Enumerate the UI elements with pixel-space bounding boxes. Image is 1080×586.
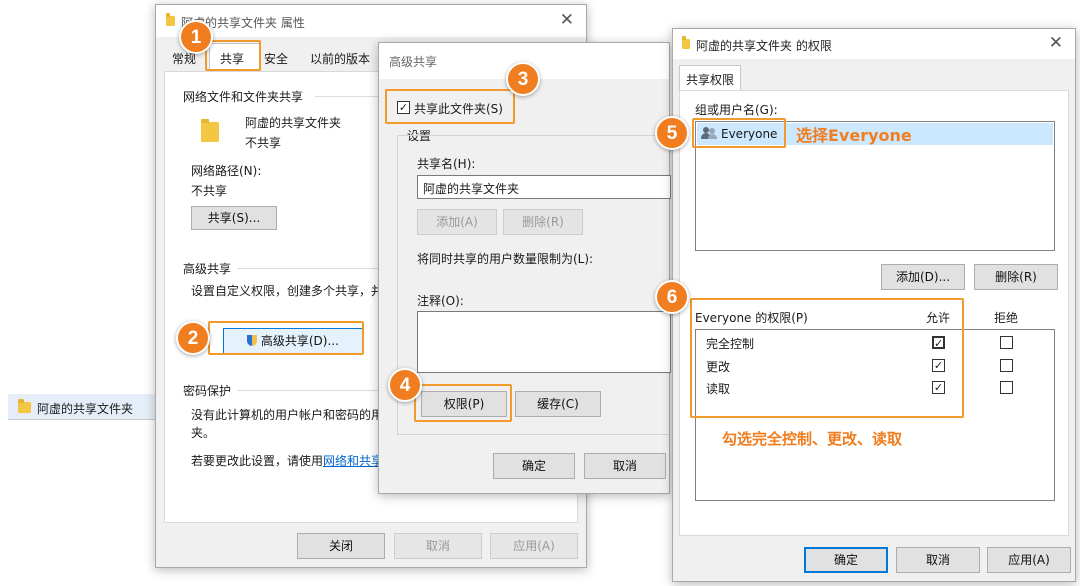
step-badge-3: 3 bbox=[506, 62, 540, 96]
caching-button[interactable]: 缓存(C) bbox=[515, 391, 601, 417]
pwd-change-text: 若要更改此设置，请使用网络和共享中 bbox=[191, 452, 395, 469]
deny-full-control-checkbox[interactable] bbox=[1000, 336, 1013, 349]
highlight-sharing-tab bbox=[205, 40, 261, 71]
add-user-button[interactable]: 添加(D)... bbox=[881, 264, 965, 290]
share-button[interactable]: 共享(S)... bbox=[191, 206, 277, 230]
folder-icon bbox=[201, 119, 219, 142]
step-badge-6: 6 bbox=[655, 280, 689, 314]
annotation-select-everyone: 选择Everyone bbox=[796, 126, 912, 145]
highlight-everyone bbox=[692, 118, 786, 148]
highlight-permissions-list bbox=[690, 298, 964, 418]
highlight-advanced-button bbox=[208, 321, 364, 355]
net-path-value: 不共享 bbox=[191, 184, 228, 198]
window-title: 阿虚的共享文件夹 的权限 bbox=[696, 39, 832, 53]
step-badge-4: 4 bbox=[388, 368, 422, 402]
tab-security[interactable]: 安全 bbox=[264, 50, 288, 67]
properties-titlebar: 阿虚的共享文件夹 属性 ✕ bbox=[156, 5, 586, 37]
highlight-share-checkbox bbox=[385, 89, 515, 124]
group-label: 组或用户名(G): bbox=[695, 103, 778, 117]
share-name-value: 阿虚的共享文件夹 bbox=[423, 182, 520, 196]
highlight-permissions-button bbox=[414, 384, 512, 422]
deny-header: 拒绝 bbox=[994, 311, 1019, 325]
apply-button[interactable]: 应用(A) bbox=[490, 533, 578, 559]
share-name-label: 共享名(H): bbox=[417, 157, 476, 171]
comment-textarea[interactable] bbox=[417, 311, 671, 373]
cancel-button[interactable]: 取消 bbox=[394, 533, 482, 559]
pwd-description-2: 夹。 bbox=[191, 426, 216, 440]
explorer-item-label: 阿虚的共享文件夹 bbox=[37, 402, 134, 416]
tab-share-permissions[interactable]: 共享权限 bbox=[679, 65, 741, 91]
tab-label: 共享权限 bbox=[686, 73, 735, 87]
share-status: 不共享 bbox=[245, 136, 282, 150]
apply-button[interactable]: 应用(A) bbox=[987, 547, 1071, 573]
folder-name: 阿虚的共享文件夹 bbox=[245, 116, 342, 130]
user-limit-label: 将同时共享的用户数量限制为(L): bbox=[417, 252, 594, 266]
close-icon[interactable]: ✕ bbox=[1049, 33, 1063, 53]
permissions-titlebar: 阿虚的共享文件夹 的权限 ✕ bbox=[673, 29, 1075, 59]
pwd-description-1: 没有此计算机的用户帐户和密码的用户 bbox=[191, 408, 396, 422]
pwd-section-title: 密码保护 bbox=[183, 384, 232, 398]
ok-button[interactable]: 确定 bbox=[804, 547, 888, 573]
net-section-title: 网络文件和文件夹共享 bbox=[183, 90, 304, 104]
remove-share-button[interactable]: 删除(R) bbox=[503, 209, 583, 235]
window-title: 高级共享 bbox=[389, 55, 438, 69]
annotation-check-hint: 勾选完全控制、更改、读取 bbox=[722, 430, 903, 448]
explorer-item[interactable]: 阿虚的共享文件夹 bbox=[8, 394, 156, 420]
deny-change-checkbox[interactable] bbox=[1000, 359, 1013, 372]
adv-description: 设置自定义权限，创建多个共享，并设 bbox=[191, 284, 396, 298]
remove-user-button[interactable]: 删除(R) bbox=[974, 264, 1058, 290]
deny-read-checkbox[interactable] bbox=[1000, 381, 1013, 394]
folder-icon bbox=[682, 36, 690, 49]
cancel-button[interactable]: 取消 bbox=[896, 547, 980, 573]
close-icon[interactable]: ✕ bbox=[560, 10, 574, 30]
folder-icon bbox=[18, 399, 31, 413]
folder-icon bbox=[166, 13, 175, 26]
adv-section-title: 高级共享 bbox=[183, 262, 232, 276]
ok-button[interactable]: 确定 bbox=[493, 453, 575, 479]
share-name-input[interactable]: 阿虚的共享文件夹 bbox=[417, 175, 671, 199]
step-badge-1: 1 bbox=[179, 20, 213, 54]
cancel-button[interactable]: 取消 bbox=[584, 453, 666, 479]
add-share-button[interactable]: 添加(A) bbox=[417, 209, 497, 235]
step-badge-2: 2 bbox=[176, 321, 210, 355]
pwd-change-prefix: 若要更改此设置，请使用 bbox=[191, 454, 324, 468]
step-badge-5: 5 bbox=[655, 116, 689, 150]
tab-previous-versions[interactable]: 以前的版本 bbox=[310, 50, 370, 67]
comment-label: 注释(O): bbox=[417, 294, 464, 308]
close-button[interactable]: 关闭 bbox=[297, 533, 385, 559]
net-path-label: 网络路径(N): bbox=[191, 164, 262, 178]
